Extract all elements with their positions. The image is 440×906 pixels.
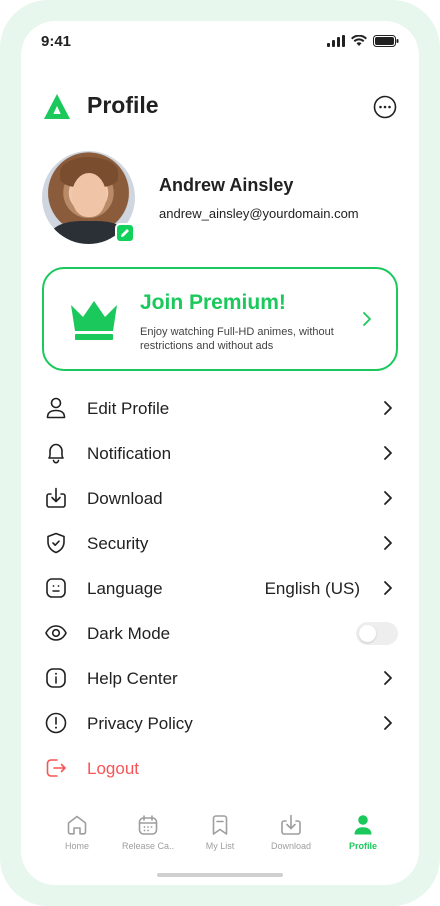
page-title: Profile bbox=[87, 92, 159, 118]
language-icon bbox=[46, 578, 66, 598]
premium-description: Enjoy watching Full-HD animes, without r… bbox=[140, 326, 334, 352]
nav-label-home: Home bbox=[64, 841, 89, 851]
calendar-icon bbox=[138, 815, 158, 835]
edit-avatar-button[interactable] bbox=[115, 223, 135, 243]
menu-label-dark-mode: Dark Mode bbox=[87, 624, 171, 643]
menu-item-help-center[interactable]: Help Center bbox=[21, 656, 419, 701]
signal-icon bbox=[327, 35, 345, 47]
page-header: Profile bbox=[21, 87, 419, 127]
status-icons bbox=[327, 35, 399, 47]
info-icon bbox=[46, 668, 66, 688]
nav-label-profile: Profile bbox=[348, 841, 377, 851]
nav-release-calendar[interactable]: Release Ca.. bbox=[112, 813, 184, 861]
chevron-right-icon bbox=[384, 491, 392, 505]
menu-item-notification[interactable]: Notification bbox=[21, 431, 419, 476]
premium-title: Join Premium! bbox=[140, 291, 286, 314]
bell-icon bbox=[48, 443, 64, 464]
nav-home[interactable]: Home bbox=[41, 813, 113, 861]
logout-icon bbox=[46, 759, 66, 777]
device-frame: 9:41 Profile Andrew Ainsley andrew_ainsl… bbox=[0, 0, 440, 906]
battery-icon bbox=[373, 35, 399, 47]
join-premium-banner[interactable]: Join Premium! Enjoy watching Full-HD ani… bbox=[42, 267, 398, 371]
chevron-right-icon bbox=[384, 401, 392, 415]
nav-label-my-list: My List bbox=[205, 841, 235, 851]
user-name: Andrew Ainsley bbox=[159, 175, 294, 195]
bookmark-icon bbox=[212, 815, 228, 835]
nav-profile[interactable]: Profile bbox=[327, 813, 399, 861]
language-value: English (US) bbox=[264, 579, 360, 598]
crown-icon bbox=[71, 301, 117, 340]
chevron-right-icon bbox=[384, 581, 392, 595]
menu-label-privacy-policy: Privacy Policy bbox=[87, 714, 193, 733]
bottom-nav: Home Release Ca.. My List Download Profi… bbox=[21, 803, 419, 863]
chevron-right-icon bbox=[363, 312, 371, 326]
wifi-icon bbox=[351, 35, 367, 46]
nav-label-download: Download bbox=[270, 841, 312, 851]
screen: 9:41 Profile Andrew Ainsley andrew_ainsl… bbox=[21, 21, 419, 885]
dark-mode-toggle[interactable] bbox=[356, 622, 398, 645]
menu-item-edit-profile[interactable]: Edit Profile bbox=[21, 386, 419, 431]
menu-label-logout: Logout bbox=[87, 759, 139, 778]
menu-item-download[interactable]: Download bbox=[21, 476, 419, 521]
profile-icon bbox=[354, 815, 372, 835]
menu-label-notification: Notification bbox=[87, 444, 172, 463]
download-icon bbox=[46, 487, 66, 508]
nav-my-list[interactable]: My List bbox=[184, 813, 256, 861]
download-icon bbox=[281, 814, 301, 835]
chevron-right-icon bbox=[384, 671, 392, 685]
chevron-right-icon bbox=[384, 446, 392, 460]
eye-icon bbox=[45, 625, 67, 641]
menu-item-dark-mode: Dark Mode bbox=[21, 611, 419, 656]
menu-item-language[interactable]: Language English (US) bbox=[21, 566, 419, 611]
menu-item-logout[interactable]: Logout bbox=[21, 746, 419, 791]
menu-label-language: Language bbox=[87, 579, 163, 598]
menu-item-privacy-policy[interactable]: Privacy Policy bbox=[21, 701, 419, 746]
menu-label-security: Security bbox=[87, 534, 149, 553]
status-bar: 9:41 bbox=[21, 21, 419, 65]
edit-icon bbox=[121, 229, 129, 237]
app-logo-icon bbox=[44, 94, 70, 119]
shield-icon bbox=[47, 532, 65, 554]
menu-label-help-center: Help Center bbox=[87, 669, 178, 688]
home-indicator bbox=[157, 873, 283, 877]
menu-label-download: Download bbox=[87, 489, 163, 508]
status-time: 9:41 bbox=[41, 33, 72, 50]
home-icon bbox=[67, 815, 87, 835]
user-email: andrew_ainsley@yourdomain.com bbox=[159, 206, 359, 221]
nav-label-release-calendar: Release Ca.. bbox=[121, 841, 175, 851]
chevron-right-icon bbox=[384, 716, 392, 730]
alert-icon bbox=[45, 712, 67, 734]
toggle-knob bbox=[359, 625, 376, 642]
chevron-right-icon bbox=[384, 536, 392, 550]
more-icon[interactable] bbox=[373, 95, 397, 119]
menu-label-edit-profile: Edit Profile bbox=[87, 399, 170, 418]
user-icon bbox=[46, 397, 66, 419]
menu-item-security[interactable]: Security bbox=[21, 521, 419, 566]
nav-download[interactable]: Download bbox=[255, 813, 327, 861]
